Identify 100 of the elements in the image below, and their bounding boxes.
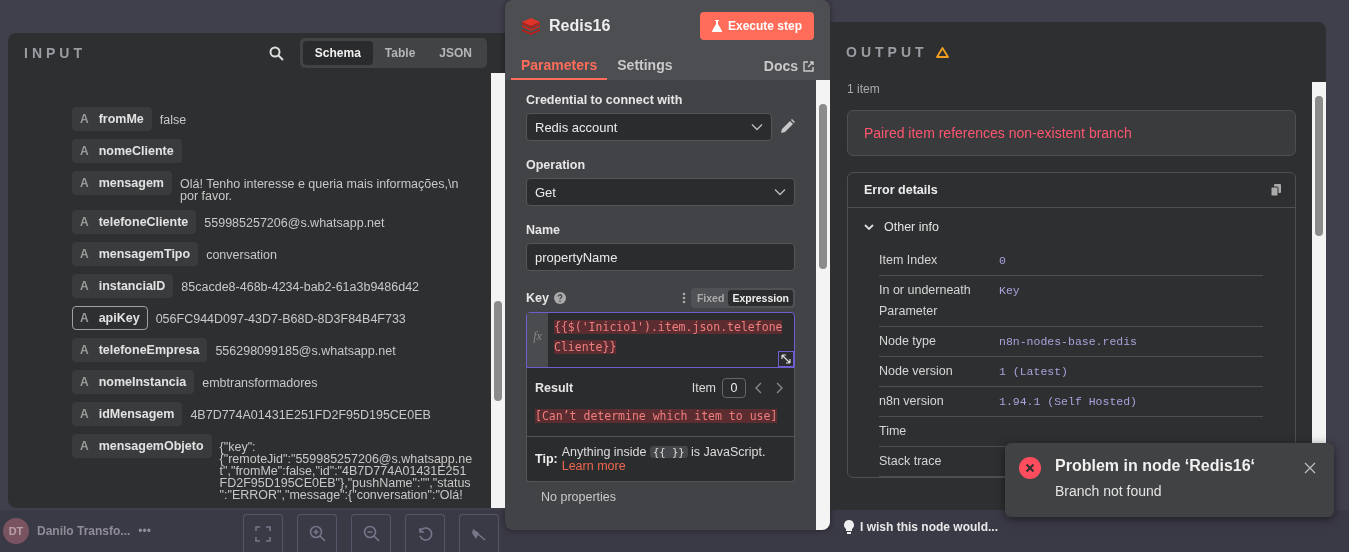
field-name: fromMe (98, 112, 144, 126)
field-name: telefoneCliente (98, 215, 189, 229)
no-properties-text: No properties (540, 489, 618, 504)
fit-view-button[interactable] (243, 514, 283, 552)
error-details-title: Error details (864, 183, 939, 197)
field-chip[interactable]: A idMensagem (72, 402, 183, 426)
field-value: Olá! Tenho interesse e queria mais informações,\n por favor. (179, 176, 460, 202)
item-index-input[interactable]: 0 (722, 378, 746, 398)
detail-label: Stack trace (879, 453, 943, 470)
string-type-icon: A (80, 176, 89, 190)
tip-label: Tip: (535, 452, 558, 466)
field-label: Key (526, 291, 549, 305)
more-options-icon[interactable] (681, 292, 686, 304)
scrollbar[interactable] (491, 73, 505, 508)
name-input[interactable]: propertyName (526, 243, 795, 271)
database-icon (521, 17, 541, 35)
view-tab[interactable]: Table (372, 41, 428, 65)
item-count: 1 item (847, 82, 881, 96)
credential-select[interactable]: Redis account (526, 113, 772, 141)
string-type-icon: A (80, 439, 89, 453)
zoom-out-icon (362, 525, 380, 542)
field-chip[interactable]: A nomeCliente (72, 139, 182, 163)
view-tab[interactable]: JSON (427, 41, 484, 65)
string-type-icon: A (80, 144, 89, 158)
tidy-up-button[interactable] (459, 514, 499, 552)
field-value: conversation (205, 247, 278, 261)
fx-label: fx (527, 313, 548, 367)
pencil-icon[interactable] (780, 119, 795, 134)
field-value: 4B7D774A01431E251FD2F95D195CE0EB (189, 407, 432, 421)
field-label: Name (526, 223, 562, 237)
result-label: Result (535, 381, 575, 395)
field-name: mensagemObjeto (98, 439, 204, 453)
field-value: 85cacde8-468b-4234-bab2-61a3b9486d42 (180, 279, 421, 293)
string-type-icon: A (80, 112, 89, 126)
other-info-toggle[interactable]: Other info (848, 208, 1295, 246)
fullscreen-icon (255, 525, 271, 542)
view-tab[interactable]: Schema (302, 41, 373, 65)
reset-zoom-button[interactable] (405, 514, 445, 552)
detail-label: Node type (879, 333, 937, 350)
field-name: instanciaID (98, 279, 166, 293)
field-chip[interactable]: A nomeInstancia (72, 370, 195, 394)
detail-value: n8n-nodes-base.redis (999, 334, 1138, 350)
help-icon[interactable] (553, 292, 566, 304)
zoom-in-icon (308, 525, 326, 542)
external-link-icon (803, 60, 814, 72)
scrollbar[interactable] (816, 80, 830, 530)
field-value: 056FC944D097-43D7-B68D-8D3F84B4F733 (154, 311, 407, 325)
string-type-icon: A (80, 279, 89, 293)
expand-icon[interactable] (778, 351, 794, 367)
node-title: Redis16 (549, 17, 612, 35)
zoom-in-button[interactable] (297, 514, 337, 552)
detail-label: n8n version (879, 393, 945, 410)
feedback-link[interactable]: I wish this node would... (844, 520, 998, 534)
field-value: 556298099185@s.whatsapp.net (214, 343, 397, 357)
detail-label: In or underneath Parameter (879, 282, 972, 320)
field-name: nomeCliente (98, 144, 174, 158)
field-chip[interactable]: A mensagem (72, 171, 172, 195)
detail-value: 0 (999, 253, 1006, 269)
detail-value: Key (999, 283, 1020, 299)
field-value: false (158, 112, 188, 126)
field-name: nomeInstancia (98, 375, 187, 389)
detail-label: Time (879, 423, 908, 440)
field-chip[interactable]: A fromMe (72, 107, 152, 131)
field-label: Operation (526, 158, 587, 172)
field-chip[interactable]: A telefoneCliente (72, 210, 197, 234)
panel-title: OUTPUT (846, 44, 928, 60)
field-chip[interactable]: A instanciaID (72, 274, 174, 298)
mode-option[interactable]: Expression (728, 290, 793, 306)
string-type-icon: A (80, 343, 89, 357)
chevron-down-icon (751, 123, 763, 131)
field-name: mensagem (98, 176, 164, 190)
flask-icon (711, 20, 722, 32)
string-type-icon: A (80, 407, 89, 421)
user-name: Danilo Transfo... (37, 524, 131, 538)
zoom-out-button[interactable] (351, 514, 391, 552)
field-chip[interactable]: A telefoneEmpresa (72, 338, 208, 362)
field-name: apiKey (98, 311, 140, 325)
expression-code: {{$('Inicio1').item.json.telefoneCliente}} (553, 319, 784, 356)
string-type-icon: A (80, 247, 89, 261)
docs-link[interactable]: Docs (763, 52, 814, 80)
operation-select[interactable]: Get (526, 178, 795, 206)
undo-icon (417, 525, 433, 542)
panel-tab[interactable]: Settings (607, 52, 683, 80)
field-value: {"key": {"remoteJid":"559985257206@s.whatsapp.net","fromMe":false,"id":"4B7D774A01431E251FD2F95D195CE0EB"},"pushName":"","status":"ERROR","message":{"conversation":"Olá! (218, 439, 473, 501)
tip-text: Anything inside {{ }} is JavaScript. (561, 445, 766, 459)
copy-icon[interactable] (1271, 184, 1281, 196)
toast-message: Branch not found (1055, 483, 1163, 499)
search-icon[interactable] (268, 45, 284, 61)
result-error-text: [Can’t determine which item to use] (534, 408, 779, 425)
detail-value: 1.94.1 (Self Hosted) (999, 394, 1138, 410)
error-icon (1019, 457, 1041, 479)
learn-more-link[interactable]: Learn more (561, 459, 766, 473)
close-icon[interactable] (1304, 462, 1316, 474)
field-chip[interactable]: A mensagemTipo (72, 242, 199, 266)
field-chip[interactable]: A mensagemObjeto (72, 434, 212, 458)
expression-editor[interactable]: fx {{$('Inicio1').item.json.telefoneCliente}} (526, 312, 795, 368)
item-label: Item (691, 381, 716, 395)
field-chip[interactable]: A apiKey (72, 306, 148, 330)
panel-title: INPUT (24, 45, 87, 61)
field-name: idMensagem (98, 407, 175, 421)
